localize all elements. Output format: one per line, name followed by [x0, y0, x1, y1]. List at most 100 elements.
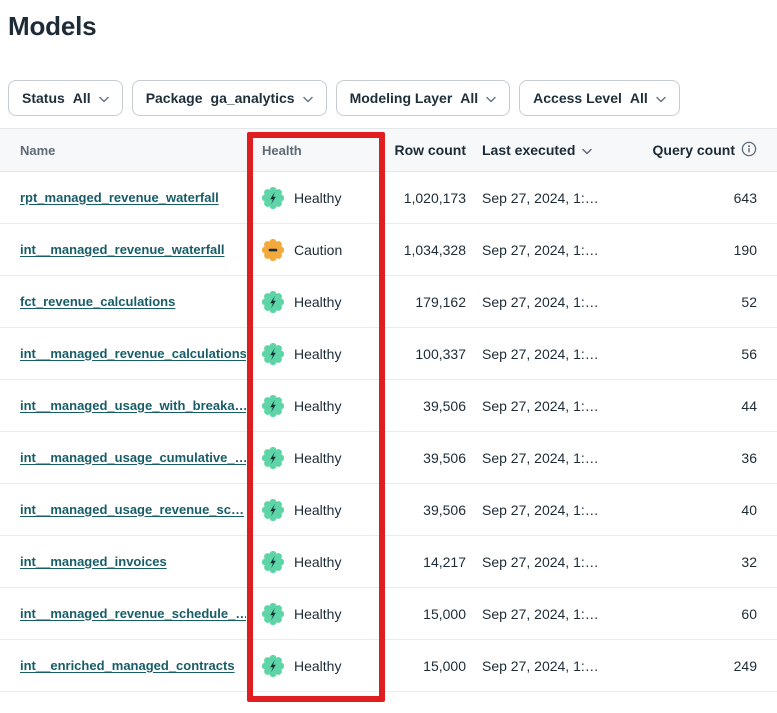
health-cell: Healthy [246, 291, 380, 313]
health-cell: Healthy [246, 603, 380, 625]
last-executed-cell: Sep 27, 2024, 1:… [466, 606, 620, 622]
last-executed-cell: Sep 27, 2024, 1:… [466, 398, 620, 414]
model-name-link[interactable]: int__enriched_managed_contracts [20, 658, 235, 673]
health-healthy-icon [262, 187, 284, 209]
health-healthy-icon [262, 395, 284, 417]
model-name-link[interactable]: rpt_managed_revenue_waterfall [20, 190, 219, 205]
model-name-cell: int__managed_invoices [0, 553, 246, 571]
query-count-cell: 44 [620, 398, 777, 414]
health-label: Healthy [294, 294, 341, 310]
health-cell: Healthy [246, 551, 380, 573]
health-cell: Healthy [246, 343, 380, 365]
model-name-link[interactable]: fct_revenue_calculations [20, 294, 175, 309]
table-row: int__managed_revenue_calculations Health… [0, 328, 777, 380]
column-header-last-executed[interactable]: Last executed [466, 142, 620, 158]
query-count-cell: 36 [620, 450, 777, 466]
model-name-link[interactable]: int__managed_invoices [20, 554, 167, 569]
health-caution-icon [262, 239, 284, 261]
filter-access-level-label: Access Level [533, 90, 622, 106]
filter-status-label: Status [22, 90, 65, 106]
health-label: Healthy [294, 398, 341, 414]
column-header-health[interactable]: Health [246, 143, 380, 158]
row-count-cell: 14,217 [380, 554, 466, 570]
table-row: int__managed_revenue_waterfall Caution [0, 224, 777, 276]
info-icon[interactable] [741, 141, 757, 160]
model-name-link[interactable]: int__managed_revenue_waterfall [20, 242, 224, 257]
row-count-cell: 15,000 [380, 606, 466, 622]
model-name-link[interactable]: int__managed_usage_with_breaka… [20, 398, 246, 413]
chevron-down-icon [656, 90, 666, 106]
page-title: Models [8, 10, 777, 42]
health-healthy-icon [262, 655, 284, 677]
query-count-cell: 40 [620, 502, 777, 518]
health-cell: Healthy [246, 395, 380, 417]
table-header-row: Name Health Row count Last executed Quer… [0, 128, 777, 172]
model-name-cell: int__enriched_managed_contracts [0, 657, 246, 675]
column-header-row-count[interactable]: Row count [380, 142, 466, 158]
table-row: int__managed_invoices Healthy 14,2 [0, 536, 777, 588]
health-label: Caution [294, 242, 342, 258]
row-count-cell: 39,506 [380, 450, 466, 466]
sort-chevron-icon[interactable] [582, 142, 592, 158]
column-header-name[interactable]: Name [0, 143, 246, 158]
model-name-cell: int__managed_revenue_calculations [0, 345, 246, 363]
query-count-cell: 32 [620, 554, 777, 570]
table-row: int__managed_usage_cumulative_… Healthy [0, 432, 777, 484]
filter-modeling-layer-label: Modeling Layer [350, 90, 453, 106]
models-page: Models Status All Package ga_analytics M… [0, 10, 777, 692]
last-executed-cell: Sep 27, 2024, 1:… [466, 190, 620, 206]
chevron-down-icon [303, 90, 313, 106]
row-count-cell: 179,162 [380, 294, 466, 310]
query-count-label: Query count [653, 142, 735, 158]
last-executed-cell: Sep 27, 2024, 1:… [466, 502, 620, 518]
filter-package-label: Package [146, 90, 203, 106]
model-name-cell: fct_revenue_calculations [0, 293, 246, 311]
health-label: Healthy [294, 554, 341, 570]
model-name-cell: rpt_managed_revenue_waterfall [0, 189, 246, 207]
model-name-cell: int__managed_usage_with_breaka… [0, 397, 246, 415]
chevron-down-icon [486, 90, 496, 106]
row-count-cell: 100,337 [380, 346, 466, 362]
filter-bar: Status All Package ga_analytics Modeling… [8, 80, 777, 116]
row-count-cell: 39,506 [380, 398, 466, 414]
model-name-cell: int__managed_usage_cumulative_… [0, 449, 246, 467]
health-label: Healthy [294, 606, 341, 622]
query-count-cell: 56 [620, 346, 777, 362]
chevron-down-icon [99, 90, 109, 106]
last-executed-cell: Sep 27, 2024, 1:… [466, 658, 620, 674]
health-cell: Healthy [246, 187, 380, 209]
query-count-cell: 249 [620, 658, 777, 674]
filter-modeling-layer[interactable]: Modeling Layer All [336, 80, 511, 116]
health-cell: Caution [246, 239, 380, 261]
model-name-link[interactable]: int__managed_usage_revenue_sc… [20, 502, 244, 517]
last-executed-cell: Sep 27, 2024, 1:… [466, 242, 620, 258]
filter-status-value: All [73, 90, 91, 106]
health-cell: Healthy [246, 499, 380, 521]
model-name-link[interactable]: int__managed_revenue_schedule_… [20, 606, 246, 621]
last-executed-cell: Sep 27, 2024, 1:… [466, 346, 620, 362]
table-row: int__managed_revenue_schedule_… Healthy [0, 588, 777, 640]
health-label: Healthy [294, 450, 341, 466]
health-cell: Healthy [246, 447, 380, 469]
health-healthy-icon [262, 343, 284, 365]
health-cell: Healthy [246, 655, 380, 677]
query-count-cell: 643 [620, 190, 777, 206]
filter-status[interactable]: Status All [8, 80, 123, 116]
model-name-cell: int__managed_revenue_waterfall [0, 241, 246, 259]
table-row: int__enriched_managed_contracts Healthy [0, 640, 777, 692]
health-label: Healthy [294, 658, 341, 674]
row-count-cell: 39,506 [380, 502, 466, 518]
column-header-query-count[interactable]: Query count [620, 141, 777, 160]
filter-package[interactable]: Package ga_analytics [132, 80, 327, 116]
health-healthy-icon [262, 499, 284, 521]
model-name-link[interactable]: int__managed_usage_cumulative_… [20, 450, 246, 465]
filter-modeling-layer-value: All [460, 90, 478, 106]
model-name-link[interactable]: int__managed_revenue_calculations [20, 346, 246, 361]
table-row: rpt_managed_revenue_waterfall Healthy [0, 172, 777, 224]
last-executed-cell: Sep 27, 2024, 1:… [466, 450, 620, 466]
models-table: Name Health Row count Last executed Quer… [0, 128, 777, 692]
query-count-cell: 190 [620, 242, 777, 258]
model-name-cell: int__managed_revenue_schedule_… [0, 605, 246, 623]
last-executed-label: Last executed [482, 142, 575, 158]
filter-access-level[interactable]: Access Level All [519, 80, 680, 116]
